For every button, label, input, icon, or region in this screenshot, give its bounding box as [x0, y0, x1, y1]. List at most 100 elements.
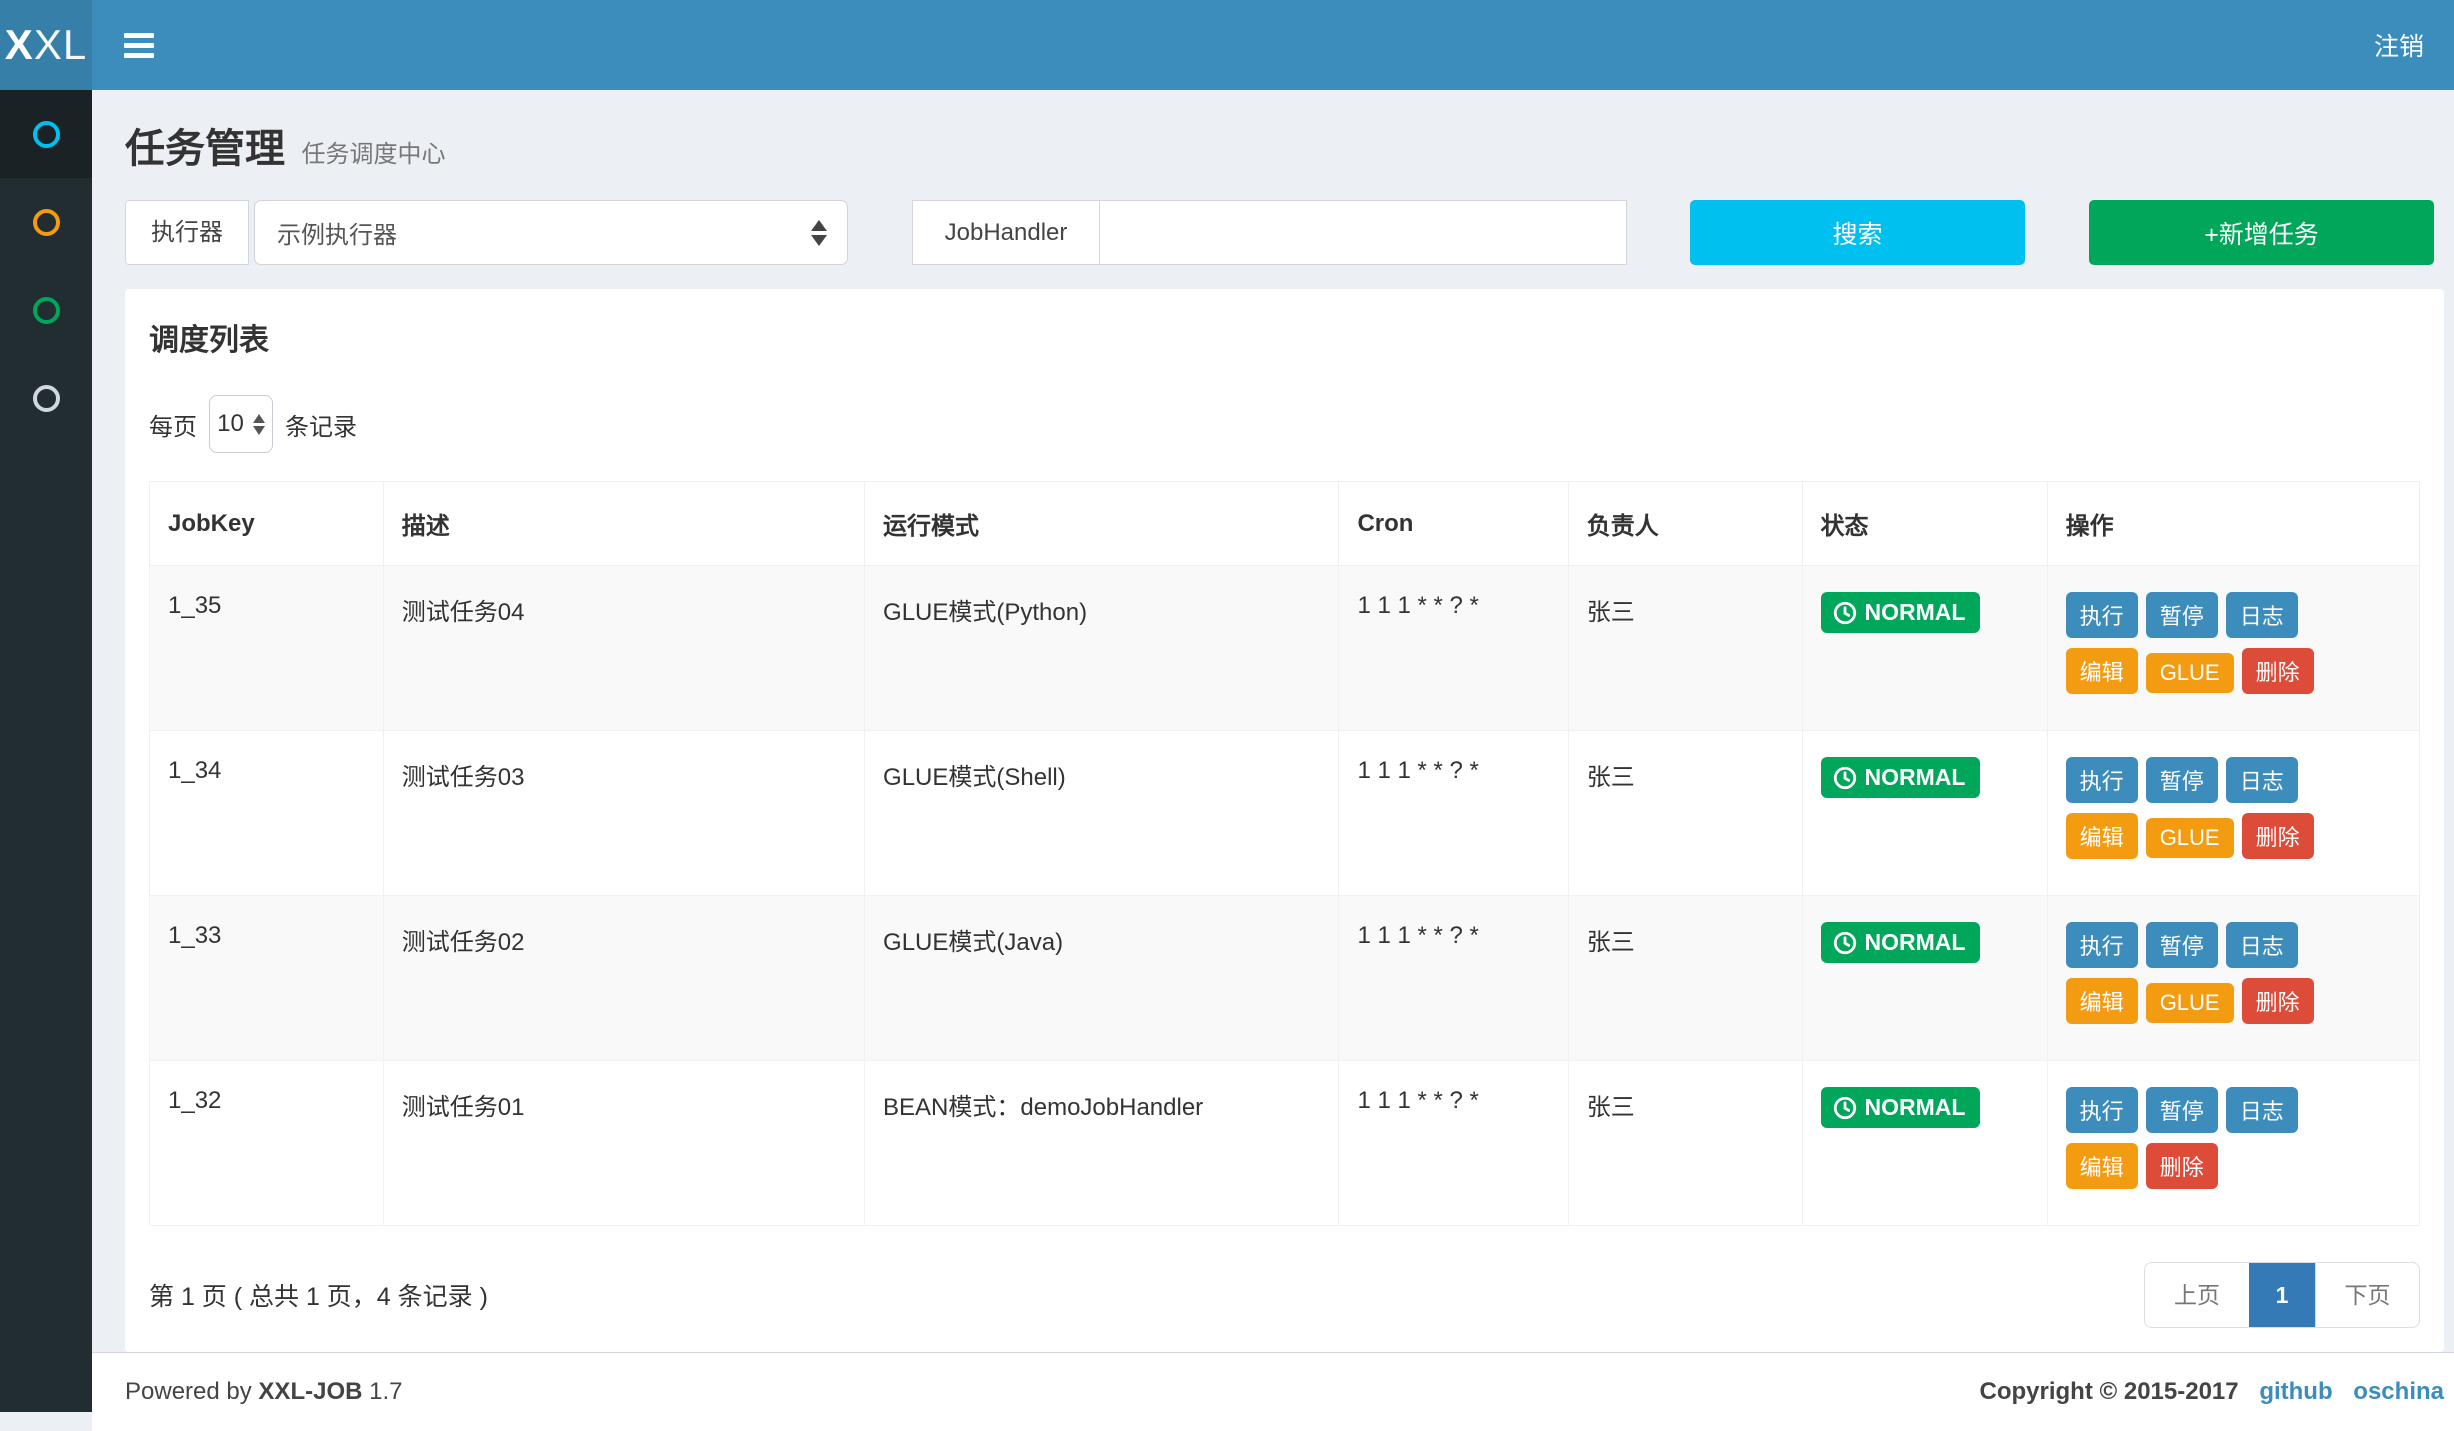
- executor-label: 执行器: [125, 200, 249, 265]
- sidebar-menu-item-3[interactable]: [0, 266, 92, 354]
- logo-text-light: XL: [34, 21, 87, 68]
- current-page-button[interactable]: 1: [2249, 1263, 2315, 1327]
- logo-text-bold: X: [5, 21, 34, 68]
- action-button-red[interactable]: 删除: [2242, 978, 2314, 1024]
- panel-title: 调度列表: [149, 315, 2420, 359]
- add-job-button[interactable]: +新增任务: [2089, 200, 2434, 265]
- main-content: 任务管理 任务调度中心 执行器 示例执行器 JobHandler 搜索 +新增任…: [92, 90, 2454, 1352]
- search-button[interactable]: 搜索: [1690, 200, 2025, 265]
- description-cell: 测试任务03: [383, 731, 864, 896]
- action-button-orange[interactable]: GLUE: [2146, 983, 2234, 1023]
- copyright-text: Copyright © 2015-2017: [1980, 1378, 2239, 1405]
- action-button-orange[interactable]: GLUE: [2146, 818, 2234, 858]
- column-header: 描述: [383, 482, 864, 566]
- circle-o-icon: [33, 209, 60, 236]
- run-mode-cell: GLUE模式(Shell): [865, 731, 1339, 896]
- action-button-blue[interactable]: 日志: [2226, 922, 2298, 968]
- cron-cell: 1 1 1 * * ? *: [1339, 1061, 1568, 1226]
- column-header: 负责人: [1568, 482, 1802, 566]
- select-arrows-icon: [253, 414, 265, 435]
- column-header: JobKey: [150, 482, 384, 566]
- jobhandler-group: JobHandler: [912, 200, 1627, 265]
- column-header: 运行模式: [865, 482, 1339, 566]
- description-cell: 测试任务02: [383, 896, 864, 1061]
- status-badge: NORMAL: [1821, 592, 1981, 633]
- product-version: 1.7: [369, 1378, 402, 1405]
- jobkey-cell: 1_32: [150, 1061, 384, 1226]
- page-size-prefix: 每页: [149, 407, 197, 442]
- actions-cell: 执行暂停日志编辑删除: [2047, 1061, 2419, 1226]
- status-badge: NORMAL: [1821, 922, 1981, 963]
- cron-cell: 1 1 1 * * ? *: [1339, 731, 1568, 896]
- executor-select[interactable]: 示例执行器: [254, 200, 848, 265]
- next-page-button[interactable]: 下页: [2315, 1263, 2419, 1327]
- sidebar-menu-item-2[interactable]: [0, 178, 92, 266]
- page-subtitle: 任务调度中心: [301, 141, 445, 168]
- sidebar-menu-item-1[interactable]: [0, 90, 92, 178]
- owner-cell: 张三: [1568, 896, 1802, 1061]
- filter-toolbar: 执行器 示例执行器 JobHandler 搜索 +新增任务: [125, 200, 2444, 265]
- action-button-orange[interactable]: 编辑: [2066, 648, 2138, 694]
- action-button-blue[interactable]: 暂停: [2146, 757, 2218, 803]
- run-mode-cell: GLUE模式(Python): [865, 566, 1339, 731]
- column-header: 状态: [1802, 482, 2047, 566]
- action-button-blue[interactable]: 暂停: [2146, 1087, 2218, 1133]
- table-row: 1_32测试任务01BEAN模式：demoJobHandler1 1 1 * *…: [150, 1061, 2420, 1226]
- action-button-blue[interactable]: 暂停: [2146, 592, 2218, 638]
- actions-cell: 执行暂停日志编辑GLUE删除: [2047, 731, 2419, 896]
- table-row: 1_34测试任务03GLUE模式(Shell)1 1 1 * * ? *张三NO…: [150, 731, 2420, 896]
- circle-o-icon: [33, 297, 60, 324]
- hamburger-menu-icon[interactable]: [124, 28, 154, 63]
- status-cell: NORMAL: [1802, 1061, 2047, 1226]
- action-button-orange[interactable]: GLUE: [2146, 653, 2234, 693]
- action-button-red[interactable]: 删除: [2242, 813, 2314, 859]
- status-cell: NORMAL: [1802, 731, 2047, 896]
- cron-cell: 1 1 1 * * ? *: [1339, 896, 1568, 1061]
- app-window: XXL 注销 任务管理 任务调度中心 执行器 示例执行器 JobHandler: [0, 0, 2454, 1412]
- product-name: XXL-JOB: [258, 1378, 362, 1405]
- action-button-blue[interactable]: 日志: [2226, 592, 2298, 638]
- job-table: JobKey描述运行模式Cron负责人状态操作 1_35测试任务04GLUE模式…: [149, 481, 2420, 1226]
- action-button-orange[interactable]: 编辑: [2066, 1143, 2138, 1189]
- table-row: 1_35测试任务04GLUE模式(Python)1 1 1 * * ? *张三N…: [150, 566, 2420, 731]
- cron-cell: 1 1 1 * * ? *: [1339, 566, 1568, 731]
- circle-o-icon: [33, 385, 60, 412]
- action-button-blue[interactable]: 执行: [2066, 757, 2138, 803]
- action-button-orange[interactable]: 编辑: [2066, 813, 2138, 859]
- page-size-select[interactable]: 10: [209, 395, 273, 453]
- copyright-area: Copyright © 2015-2017 github oschina: [1980, 1378, 2444, 1406]
- actions-cell: 执行暂停日志编辑GLUE删除: [2047, 896, 2419, 1061]
- action-button-blue[interactable]: 执行: [2066, 592, 2138, 638]
- status-cell: NORMAL: [1802, 896, 2047, 1061]
- owner-cell: 张三: [1568, 1061, 1802, 1226]
- action-button-red[interactable]: 删除: [2146, 1143, 2218, 1189]
- jobhandler-label: JobHandler: [912, 200, 1100, 265]
- action-button-blue[interactable]: 执行: [2066, 922, 2138, 968]
- action-button-red[interactable]: 删除: [2242, 648, 2314, 694]
- owner-cell: 张三: [1568, 731, 1802, 896]
- action-button-orange[interactable]: 编辑: [2066, 978, 2138, 1024]
- action-button-blue[interactable]: 日志: [2226, 757, 2298, 803]
- prev-page-button[interactable]: 上页: [2145, 1263, 2249, 1327]
- oschina-link[interactable]: oschina: [2353, 1378, 2444, 1405]
- status-cell: NORMAL: [1802, 566, 2047, 731]
- description-cell: 测试任务01: [383, 1061, 864, 1226]
- sidebar-menu-item-4[interactable]: [0, 354, 92, 442]
- pagination-info: 第 1 页 ( 总共 1 页，4 条记录 ): [149, 1277, 488, 1313]
- pagination-control: 上页 1 下页: [2144, 1262, 2420, 1328]
- page-title: 任务管理: [125, 127, 285, 171]
- owner-cell: 张三: [1568, 566, 1802, 731]
- action-button-blue[interactable]: 日志: [2226, 1087, 2298, 1133]
- run-mode-cell: GLUE模式(Java): [865, 896, 1339, 1061]
- page-size-value: 10: [217, 410, 244, 438]
- clock-icon: [1832, 1095, 1858, 1121]
- run-mode-cell: BEAN模式：demoJobHandler: [865, 1061, 1339, 1226]
- github-link[interactable]: github: [2259, 1378, 2332, 1405]
- jobhandler-input[interactable]: [1100, 200, 1627, 265]
- sidebar: [0, 90, 92, 1412]
- action-button-blue[interactable]: 暂停: [2146, 922, 2218, 968]
- column-header: 操作: [2047, 482, 2419, 566]
- app-logo[interactable]: XXL: [0, 0, 92, 90]
- action-button-blue[interactable]: 执行: [2066, 1087, 2138, 1133]
- logout-link[interactable]: 注销: [2374, 27, 2424, 63]
